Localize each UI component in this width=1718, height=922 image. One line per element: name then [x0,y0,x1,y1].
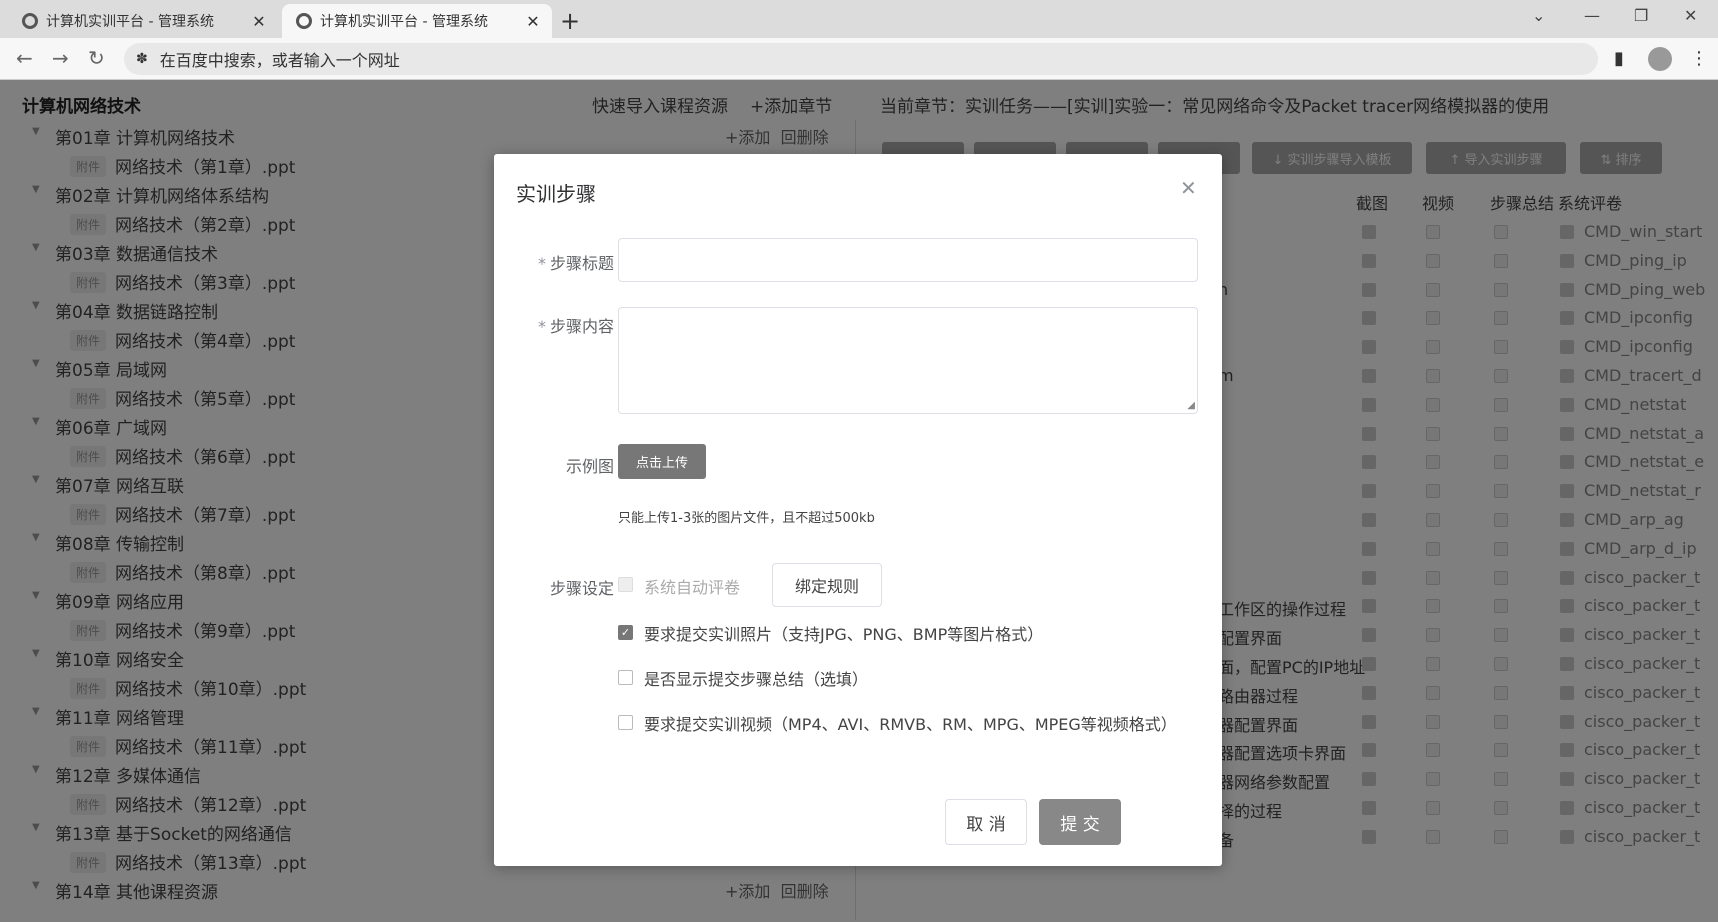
video-checkbox[interactable] [618,715,633,730]
address-placeholder: 在百度中搜索，或者输入一个网址 [159,51,400,70]
step-content-label: * 步骤内容 [537,317,614,336]
tab-title: 计算机实训平台 - 管理系统 [46,14,214,30]
submit-button[interactable]: 提 交 [1039,799,1121,845]
photo-option-label: 要求提交实训照片（支持JPG、PNG、BMP等图片格式） [644,625,1044,644]
video-option-label: 要求提交实训视频（MP4、AVI、RMVB、RM、MPG、MPEG等视频格式） [644,715,1177,734]
auto-grade-checkbox[interactable] [618,577,633,592]
cancel-button[interactable]: 取 消 [945,799,1027,845]
more-menu-icon[interactable]: ⋮ [1690,48,1708,69]
address-input[interactable]: ✽ 在百度中搜索，或者输入一个网址 [124,43,1598,75]
step-dialog: 实训步骤 ✕ * 步骤标题 * 步骤内容 ◢ 示例图 点击上传 只能上传1-3张的图… [494,154,1222,866]
browser-tab-bar: 计算机实训平台 - 管理系统 ✕ 计算机实训平台 - 管理系统 ✕ + ⌄ — … [0,0,1718,38]
tab-title: 计算机实训平台 - 管理系统 [320,14,488,30]
restore-icon[interactable]: ❐ [1634,6,1648,25]
step-title-label: * 步骤标题 [537,254,614,273]
auto-grade-label: 系统自动评卷 [644,578,741,597]
new-tab-plus-icon[interactable]: + [560,7,580,35]
upload-button[interactable]: 点击上传 [618,444,706,479]
summary-checkbox[interactable] [618,670,633,685]
dialog-close-icon[interactable]: ✕ [1180,176,1197,200]
forward-arrow-icon[interactable]: → [52,46,69,70]
back-arrow-icon[interactable]: ← [16,46,33,70]
site-favicon-icon [296,13,312,29]
dialog-title: 实训步骤 [516,182,596,206]
upload-tip: 只能上传1-3张的图片文件，且不超过500kb [618,511,875,526]
example-image-label: 示例图 [565,457,614,476]
minimize-icon[interactable]: — [1584,6,1600,25]
reload-icon[interactable]: ↻ [88,46,105,70]
photo-checkbox[interactable]: ✓ [618,625,633,640]
tab-list-chevron-icon[interactable]: ⌄ [1532,6,1545,25]
tab-close-icon[interactable]: ✕ [524,12,542,31]
browser-tab-active[interactable]: 计算机实训平台 - 管理系统 ✕ [282,4,552,38]
step-title-input[interactable] [618,238,1198,282]
profile-avatar[interactable] [1648,47,1672,71]
step-content-textarea[interactable]: ◢ [618,307,1198,414]
address-bar-row: ← → ↻ ✽ 在百度中搜索，或者输入一个网址 ▮ ⋮ [0,38,1718,80]
bind-rules-button[interactable]: 绑定规则 [772,563,882,607]
resize-handle-icon[interactable]: ◢ [1187,400,1195,411]
window-close-icon[interactable]: ✕ [1684,6,1697,25]
browser-tab[interactable]: 计算机实训平台 - 管理系统 ✕ [8,4,278,38]
sidebar-panel-icon[interactable]: ▮ [1614,48,1624,69]
tab-close-icon[interactable]: ✕ [250,12,268,31]
site-favicon-icon [22,13,38,29]
step-settings-label: 步骤设定 [549,579,614,598]
summary-option-label: 是否显示提交步骤总结（选填） [644,670,869,689]
baidu-paw-icon: ✽ [136,51,148,67]
